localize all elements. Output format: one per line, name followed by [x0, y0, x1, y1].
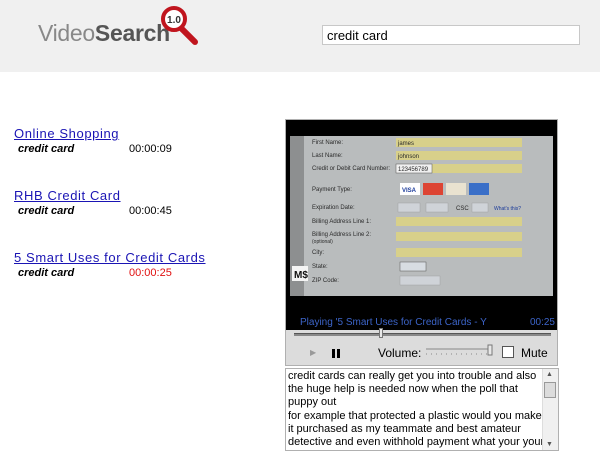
result-title-link[interactable]: 5 Smart Uses for Credit Cards	[14, 250, 206, 265]
volume-slider[interactable]	[424, 342, 494, 358]
now-playing-text: Playing '5 Smart Uses for Credit Cards -…	[300, 317, 487, 328]
app-logo[interactable]: VideoSearch	[38, 20, 170, 47]
frame-label: CSC	[456, 206, 469, 212]
frame-label: Last Name:	[312, 153, 343, 159]
video-player: First Name: james Last Name: johnson Cre…	[285, 119, 558, 366]
transcript-line: credit cards can really get you into tro…	[288, 370, 537, 382]
result-item: 5 Smart Uses for Credit Cards credit car…	[14, 250, 206, 281]
frame-label: Credit or Debit Card Number:	[312, 166, 390, 172]
frame-label: Payment Type:	[312, 187, 352, 193]
magnifier-logo-icon: 1.0	[161, 6, 198, 45]
result-item: Online Shopping credit card 00:00:09	[14, 126, 172, 157]
frame-value: 123456789	[398, 167, 429, 173]
transcript-line: it purchased as my teammate and best ama…	[288, 422, 521, 435]
elapsed-time: 00:25	[529, 317, 555, 328]
frame-label: Billing Address Line 2:	[312, 232, 371, 238]
frame-label: What's this?	[494, 206, 521, 212]
frame-label: City:	[312, 250, 324, 256]
result-tag: credit card	[18, 205, 75, 217]
transcript-line: for example that protected a plastic wou…	[288, 409, 542, 422]
seek-bar[interactable]	[294, 333, 551, 336]
result-item: RHB Credit Card credit card 00:00:45	[14, 188, 172, 219]
result-title-link[interactable]: RHB Credit Card	[14, 188, 121, 203]
result-tag: credit card	[18, 267, 75, 279]
search-input[interactable]	[322, 25, 580, 45]
svg-text:VISA: VISA	[402, 188, 417, 194]
mute-checkbox[interactable]	[502, 346, 514, 358]
transcript-line: detective and even withhold payment what…	[288, 436, 545, 449]
scroll-up-icon[interactable]: ▲	[546, 371, 553, 378]
frame-label: ZIP Code:	[312, 278, 339, 284]
logo-text-bold: Search	[94, 20, 170, 46]
frame-label: State:	[312, 264, 328, 270]
volume-label: Volume:	[378, 346, 422, 360]
result-timestamp-active[interactable]: 00:00:25	[129, 267, 172, 279]
mute-label: Mute	[521, 346, 548, 360]
video-frame: First Name: james Last Name: johnson Cre…	[286, 120, 557, 298]
transcript-box[interactable]: credit cards can really get you into tro…	[285, 368, 559, 451]
seek-thumb[interactable]	[379, 328, 384, 338]
scroll-down-icon[interactable]: ▼	[546, 441, 553, 448]
frame-value: james	[397, 141, 414, 147]
frame-value: johnson	[397, 154, 419, 160]
transcript-scrollbar[interactable]: ▲ ▼	[542, 369, 558, 450]
result-tag: credit card	[18, 143, 75, 155]
transcript-line: puppy out	[288, 396, 337, 409]
scroll-thumb[interactable]	[544, 382, 556, 398]
version-label: 1.0	[167, 15, 181, 26]
pause-icon	[332, 349, 335, 358]
result-title-link[interactable]: Online Shopping	[14, 126, 119, 141]
video-screen[interactable]: First Name: james Last Name: johnson Cre…	[286, 120, 557, 330]
frame-label: Expiration Date:	[312, 205, 355, 211]
frame-watermark: M$	[294, 270, 308, 281]
previous-button[interactable]: ▶	[310, 348, 320, 358]
frame-label: Billing Address Line 1:	[312, 219, 371, 225]
logo-text-light: Video	[38, 20, 95, 46]
frame-label: First Name:	[312, 140, 343, 146]
result-timestamp[interactable]: 00:00:09	[129, 143, 172, 155]
transcript-line: the huge help is needed now when the pol…	[288, 383, 518, 396]
transcript-text: credit cards can really get you into tro…	[288, 370, 545, 449]
pause-icon	[337, 349, 340, 358]
result-timestamp[interactable]: 00:00:45	[129, 205, 172, 217]
pause-button[interactable]	[332, 349, 340, 358]
frame-label: (optional)	[312, 239, 333, 245]
header-bar: VideoSearch 1.0	[0, 0, 600, 72]
